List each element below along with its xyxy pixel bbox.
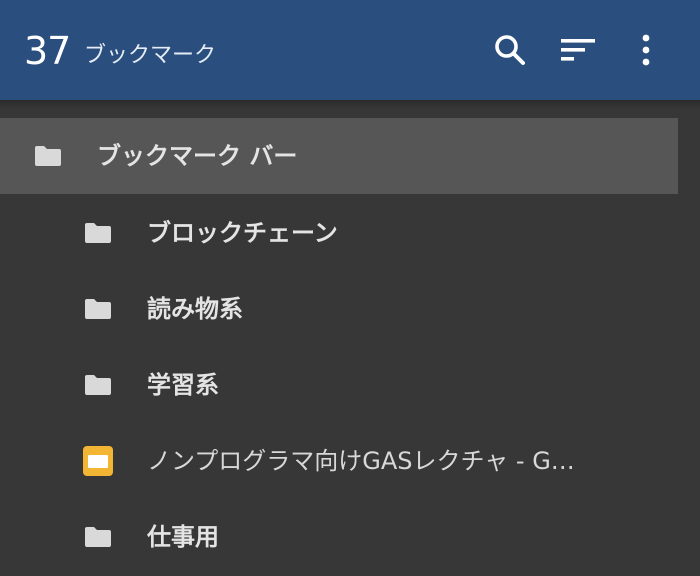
page-icon (83, 446, 113, 476)
more-options-button[interactable] (626, 30, 666, 70)
tree-item-label: 学習系 (147, 371, 219, 399)
sort-button[interactable] (558, 30, 598, 70)
tree-item-folder[interactable]: 学習系 (0, 348, 678, 424)
bookmark-count: 37 (24, 29, 71, 73)
tree-item-bookmark[interactable]: ノンプログラマ向けGASレクチャ - G… (0, 424, 678, 500)
tree-item-label: ノンプログラマ向けGASレクチャ - G… (147, 447, 575, 475)
folder-icon (35, 146, 61, 166)
tree-item-bookmark-bar[interactable]: ブックマーク バー (0, 118, 678, 194)
tree-item-folder[interactable]: ブロックチェーン (0, 196, 678, 272)
tree-item-label: 読み物系 (147, 295, 243, 323)
tree-item-label: ブロックチェーン (147, 219, 338, 247)
tree-item-label: ブックマーク バー (97, 142, 298, 170)
folder-icon (85, 299, 111, 319)
header-title: ブックマーク (84, 43, 217, 68)
sort-icon (561, 39, 595, 61)
folder-icon (85, 223, 111, 243)
folder-icon (85, 375, 111, 395)
search-icon (495, 35, 525, 65)
search-button[interactable] (490, 30, 530, 70)
app-header: 37 ブックマーク (0, 0, 700, 100)
tree-item-folder[interactable]: 仕事用 (0, 500, 678, 576)
tree-item-label: 仕事用 (147, 523, 219, 551)
folder-icon (85, 527, 111, 547)
page-icon-inner (88, 455, 108, 468)
bookmark-manager: 37 ブックマーク ブックマーク バー ブロックチェーン 読み物系 学習系 ノン… (0, 0, 700, 576)
tree-item-folder[interactable]: 読み物系 (0, 272, 678, 348)
header-shadow (0, 100, 700, 108)
more-vert-icon (642, 34, 650, 66)
